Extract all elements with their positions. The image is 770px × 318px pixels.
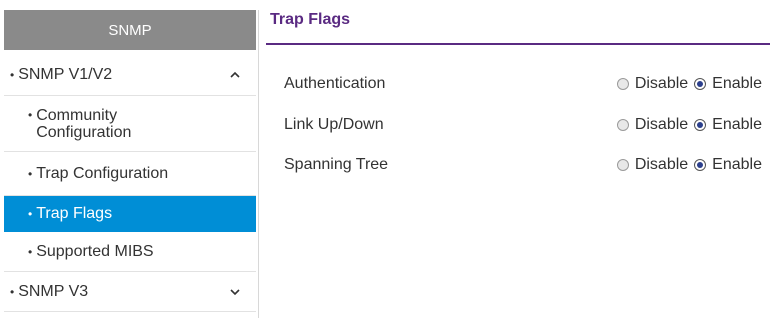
disable-radio[interactable] [616, 78, 629, 90]
trap-flag-row-link-up-down: Link Up/Down Disable Enable [284, 113, 768, 137]
enable-label: Enable [712, 75, 762, 92]
row-label: Authentication [284, 75, 386, 92]
sidebar-item-label-line1: Community [36, 106, 118, 124]
sidebar-item-label: SNMP V3 [18, 282, 89, 300]
sidebar-item-label: Community Configuration [36, 107, 131, 141]
chevron-down-icon[interactable] [228, 285, 242, 299]
disable-label: Disable [634, 116, 689, 133]
bullet-icon: • [10, 284, 15, 299]
sidebar-item-trap-flags[interactable]: • Trap Flags [4, 196, 256, 232]
sidebar-item-label: Trap Flags [36, 205, 113, 222]
sidebar-item-community-configuration[interactable]: • Community Configuration [4, 96, 256, 152]
sidebar-item-label: SNMP V1/V2 [18, 65, 113, 83]
sidebar: SNMP • SNMP V1/V2 • Community Configurat… [0, 0, 260, 318]
radio-group: Disable Enable [616, 153, 762, 177]
radio-group: Disable Enable [616, 72, 762, 96]
sidebar-item-label: Trap Configuration [36, 165, 169, 182]
enable-radio[interactable] [694, 159, 707, 171]
main-panel: Trap Flags Authentication Disable Enable… [262, 0, 770, 318]
bullet-icon: • [28, 206, 33, 221]
section-title: Trap Flags [270, 11, 351, 28]
disable-label: Disable [634, 156, 689, 173]
enable-radio[interactable] [694, 78, 707, 90]
sidebar-header: SNMP [4, 10, 256, 50]
row-label: Spanning Tree [284, 156, 389, 173]
sidebar-item-label: Supported MIBS [36, 243, 154, 260]
enable-radio[interactable] [694, 119, 707, 131]
sidebar-item-snmp-v3[interactable]: • SNMP V3 [4, 272, 256, 312]
row-label: Link Up/Down [284, 116, 384, 133]
sidebar-item-supported-mibs[interactable]: • Supported MIBS [4, 232, 256, 272]
disable-label: Disable [634, 75, 689, 92]
bullet-icon: • [28, 166, 33, 181]
chevron-up-icon[interactable] [228, 68, 242, 82]
section-underline [266, 43, 770, 45]
bullet-icon: • [28, 244, 33, 259]
bullet-icon: • [10, 67, 15, 82]
enable-label: Enable [712, 116, 762, 133]
bullet-icon: • [28, 108, 33, 122]
sidebar-item-label-line2: Configuration [36, 123, 132, 141]
trap-flag-row-spanning-tree: Spanning Tree Disable Enable [284, 153, 768, 177]
sidebar-item-trap-configuration[interactable]: • Trap Configuration [4, 152, 256, 196]
disable-radio[interactable] [616, 119, 629, 131]
sidebar-item-snmp-v1v2[interactable]: • SNMP V1/V2 [4, 54, 256, 96]
trap-flag-row-authentication: Authentication Disable Enable [284, 72, 768, 96]
disable-radio[interactable] [616, 159, 629, 171]
sidebar-divider [258, 10, 259, 318]
sidebar-header-label: SNMP [108, 21, 152, 39]
enable-label: Enable [712, 156, 762, 173]
radio-group: Disable Enable [616, 113, 762, 137]
